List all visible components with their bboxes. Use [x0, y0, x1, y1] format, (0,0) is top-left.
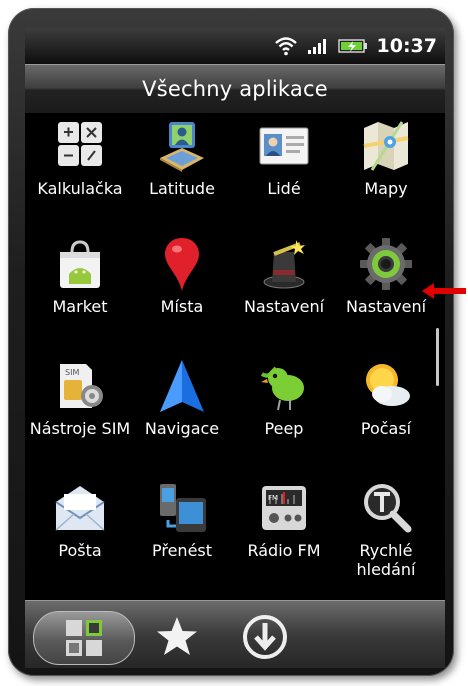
- app-lide[interactable]: Lidé: [229, 118, 339, 228]
- contacts-icon: [259, 127, 309, 165]
- app-label: Nástroje SIM: [29, 419, 131, 438]
- app-pocasi[interactable]: Počasí: [331, 358, 441, 468]
- maps-icon: [363, 121, 409, 171]
- app-mapy[interactable]: Mapy: [331, 118, 441, 228]
- calculator-icon: [58, 122, 102, 166]
- app-navigace[interactable]: Navigace: [127, 358, 237, 468]
- mail-icon: [55, 486, 105, 531]
- title-bar: Všechny aplikace: [25, 64, 445, 114]
- app-label: Peep: [264, 419, 304, 438]
- app-label: Přenést: [151, 541, 213, 560]
- app-label: Místa: [160, 297, 204, 316]
- market-icon: [60, 240, 100, 288]
- signal-icon: [307, 39, 326, 54]
- app-market[interactable]: Market: [25, 236, 135, 346]
- tab-all-apps[interactable]: [33, 611, 135, 665]
- app-label: Navigace: [144, 419, 220, 438]
- app-label: Market: [52, 297, 108, 316]
- tab-downloads[interactable]: [239, 611, 291, 663]
- app-label: Rádio FM: [247, 541, 321, 560]
- app-label: Lidé: [267, 179, 301, 198]
- tab-favorites[interactable]: [153, 613, 201, 661]
- app-label: Pošta: [58, 541, 102, 560]
- scrollbar[interactable]: [436, 328, 439, 386]
- app-label: Počasí: [360, 419, 412, 438]
- places-pin-icon: [165, 238, 199, 291]
- app-kalkulacka[interactable]: Kalkulačka: [25, 118, 135, 228]
- magic-hat-settings-icon: [263, 240, 305, 289]
- app-label: Rychlé hledání: [356, 541, 416, 579]
- app-mista[interactable]: Místa: [127, 236, 237, 346]
- red-arrow-icon: [422, 283, 466, 299]
- transfer-icon: [160, 484, 206, 532]
- status-icons: 10:37: [274, 33, 437, 59]
- app-label: Nastavení: [243, 297, 325, 316]
- weather-icon: [366, 364, 410, 406]
- app-label: Kalkulačka: [37, 179, 123, 198]
- app-label: Latitude: [149, 179, 215, 198]
- page-title: Všechny aplikace: [142, 77, 328, 101]
- grid-apps-icon: [66, 620, 102, 656]
- app-radio-fm[interactable]: FM Rádio FM: [229, 480, 339, 590]
- star-icon: [157, 617, 197, 655]
- app-prenest[interactable]: Přenést: [127, 480, 237, 590]
- app-nastaveni-hat[interactable]: Nastavení: [229, 236, 339, 346]
- svg-text:SIM: SIM: [65, 368, 79, 377]
- app-label: Mapy: [364, 179, 408, 198]
- quick-search-icon: [364, 484, 412, 533]
- status-bar: 10:37: [25, 28, 445, 64]
- app-peep[interactable]: Peep: [229, 358, 339, 468]
- battery-charging-icon: [337, 39, 367, 53]
- sim-toolkit-icon: SIM: [60, 364, 103, 408]
- navigation-arrow-icon: [160, 360, 204, 412]
- fm-radio-icon: FM: [262, 486, 306, 530]
- latitude-icon: [160, 122, 204, 172]
- peep-bird-icon: [260, 366, 304, 411]
- download-icon: [243, 615, 287, 659]
- status-clock: 10:37: [376, 35, 437, 57]
- phone-screen: 10:37 Všechny aplikace Kalkulačka Latitu…: [25, 28, 445, 668]
- app-rychle-hledani[interactable]: Rychlé hledání: [331, 480, 441, 590]
- wifi-icon: [274, 37, 297, 56]
- app-latitude[interactable]: Latitude: [127, 118, 237, 228]
- bottom-tab-bar: [25, 600, 445, 668]
- app-posta[interactable]: Pošta: [25, 480, 135, 590]
- app-grid: Kalkulačka Latitude Lidé Mapy Market Mís…: [25, 118, 435, 588]
- app-nastroje-sim[interactable]: SIM Nástroje SIM: [25, 358, 135, 468]
- gear-settings-icon: [360, 238, 412, 290]
